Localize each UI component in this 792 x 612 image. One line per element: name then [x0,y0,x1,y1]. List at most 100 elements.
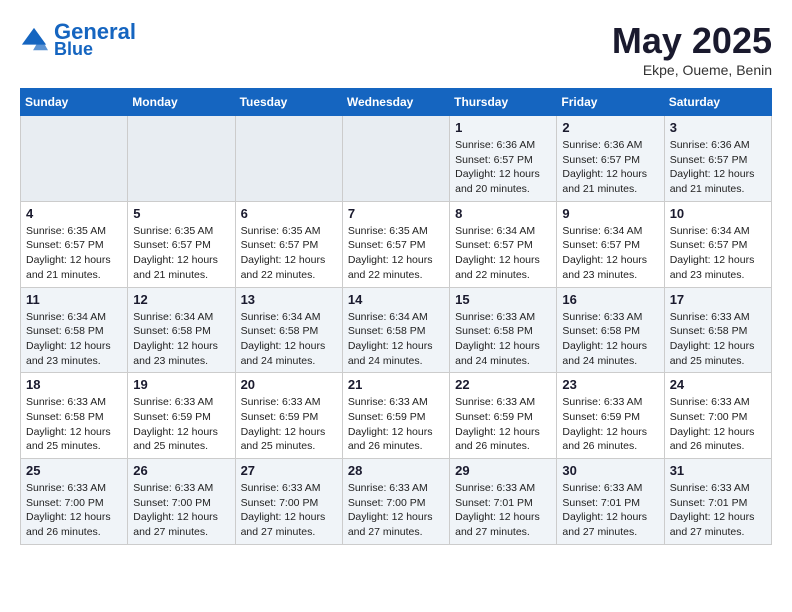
calendar-cell: 25 Sunrise: 6:33 AM Sunset: 7:00 PM Dayli… [21,459,128,545]
calendar-cell: 20 Sunrise: 6:33 AM Sunset: 6:59 PM Dayli… [235,373,342,459]
calendar-cell: 30Sunrise: 6:33 AM Sunset: 7:01 PM Dayli… [557,459,664,545]
day-info: Sunrise: 6:34 AM Sunset: 6:58 PM Dayligh… [348,310,444,369]
day-number: 22 [455,377,551,392]
title-block: May 2025 Ekpe, Oueme, Benin [612,20,772,78]
day-number: 20 [241,377,337,392]
day-of-week-friday: Friday [557,89,664,116]
day-number: 31 [670,463,766,478]
day-info: Sunrise: 6:34 AM Sunset: 6:57 PM Dayligh… [455,224,551,283]
calendar-cell: 9 Sunrise: 6:34 AM Sunset: 6:57 PM Daylig… [557,201,664,287]
calendar-cell: 23Sunrise: 6:33 AM Sunset: 6:59 PM Dayli… [557,373,664,459]
logo-text: General Blue [54,20,136,60]
day-number: 5 [133,206,229,221]
logo-icon [20,26,48,54]
day-info: Sunrise: 6:34 AM Sunset: 6:58 PM Dayligh… [26,310,122,369]
calendar-cell: 17 Sunrise: 6:33 AM Sunset: 6:58 PM Dayli… [664,287,771,373]
calendar-cell: 5 Sunrise: 6:35 AM Sunset: 6:57 PM Daylig… [128,201,235,287]
calendar-table: SundayMondayTuesdayWednesdayThursdayFrid… [20,88,772,545]
day-info: Sunrise: 6:35 AM Sunset: 6:57 PM Dayligh… [133,224,229,283]
calendar-cell: 3 Sunrise: 6:36 AM Sunset: 6:57 PM Daylig… [664,116,771,202]
calendar-cell: 8Sunrise: 6:34 AM Sunset: 6:57 PM Daylig… [450,201,557,287]
day-info: Sunrise: 6:33 AM Sunset: 6:58 PM Dayligh… [455,310,551,369]
day-info: Sunrise: 6:35 AM Sunset: 6:57 PM Dayligh… [348,224,444,283]
page-header: General Blue May 2025 Ekpe, Oueme, Benin [20,20,772,78]
day-number: 29 [455,463,551,478]
day-number: 11 [26,292,122,307]
calendar-cell: 22Sunrise: 6:33 AM Sunset: 6:59 PM Dayli… [450,373,557,459]
day-number: 30 [562,463,658,478]
day-info: Sunrise: 6:33 AM Sunset: 6:58 PM Dayligh… [26,395,122,454]
calendar-cell: 12Sunrise: 6:34 AM Sunset: 6:58 PM Dayli… [128,287,235,373]
calendar-cell: 21 Sunrise: 6:33 AM Sunset: 6:59 PM Dayli… [342,373,449,459]
day-info: Sunrise: 6:33 AM Sunset: 6:58 PM Dayligh… [670,310,766,369]
day-number: 16 [562,292,658,307]
calendar-title: May 2025 [612,20,772,62]
calendar-subtitle: Ekpe, Oueme, Benin [612,62,772,78]
day-info: Sunrise: 6:33 AM Sunset: 7:00 PM Dayligh… [26,481,122,540]
day-number: 28 [348,463,444,478]
day-number: 12 [133,292,229,307]
day-info: Sunrise: 6:33 AM Sunset: 6:59 PM Dayligh… [133,395,229,454]
day-info: Sunrise: 6:34 AM Sunset: 6:57 PM Dayligh… [670,224,766,283]
day-number: 6 [241,206,337,221]
day-number: 21 [348,377,444,392]
day-number: 19 [133,377,229,392]
day-info: Sunrise: 6:33 AM Sunset: 6:59 PM Dayligh… [348,395,444,454]
day-number: 2 [562,120,658,135]
calendar-cell: 4 Sunrise: 6:35 AM Sunset: 6:57 PM Daylig… [21,201,128,287]
day-info: Sunrise: 6:36 AM Sunset: 6:57 PM Dayligh… [670,138,766,197]
day-number: 4 [26,206,122,221]
day-info: Sunrise: 6:33 AM Sunset: 6:58 PM Dayligh… [562,310,658,369]
day-of-week-wednesday: Wednesday [342,89,449,116]
day-info: Sunrise: 6:33 AM Sunset: 7:00 PM Dayligh… [348,481,444,540]
day-number: 3 [670,120,766,135]
day-number: 1 [455,120,551,135]
calendar-cell: 11 Sunrise: 6:34 AM Sunset: 6:58 PM Dayli… [21,287,128,373]
day-number: 24 [670,377,766,392]
calendar-cell: 27 Sunrise: 6:33 AM Sunset: 7:00 PM Dayli… [235,459,342,545]
day-info: Sunrise: 6:36 AM Sunset: 6:57 PM Dayligh… [562,138,658,197]
day-of-week-tuesday: Tuesday [235,89,342,116]
calendar-cell: 10 Sunrise: 6:34 AM Sunset: 6:57 PM Dayli… [664,201,771,287]
calendar-cell: 6 Sunrise: 6:35 AM Sunset: 6:57 PM Daylig… [235,201,342,287]
day-number: 25 [26,463,122,478]
day-info: Sunrise: 6:33 AM Sunset: 7:01 PM Dayligh… [455,481,551,540]
calendar-cell [128,116,235,202]
day-number: 9 [562,206,658,221]
calendar-week-row: 25 Sunrise: 6:33 AM Sunset: 7:00 PM Dayli… [21,459,772,545]
day-of-week-sunday: Sunday [21,89,128,116]
day-number: 26 [133,463,229,478]
day-info: Sunrise: 6:35 AM Sunset: 6:57 PM Dayligh… [26,224,122,283]
day-info: Sunrise: 6:34 AM Sunset: 6:57 PM Dayligh… [562,224,658,283]
day-number: 7 [348,206,444,221]
day-number: 10 [670,206,766,221]
day-info: Sunrise: 6:35 AM Sunset: 6:57 PM Dayligh… [241,224,337,283]
day-number: 23 [562,377,658,392]
calendar-cell: 24 Sunrise: 6:33 AM Sunset: 7:00 PM Dayli… [664,373,771,459]
calendar-cell: 28 Sunrise: 6:33 AM Sunset: 7:00 PM Dayli… [342,459,449,545]
day-info: Sunrise: 6:33 AM Sunset: 7:00 PM Dayligh… [133,481,229,540]
calendar-cell [342,116,449,202]
day-info: Sunrise: 6:33 AM Sunset: 7:01 PM Dayligh… [670,481,766,540]
calendar-cell: 1Sunrise: 6:36 AM Sunset: 6:57 PM Daylig… [450,116,557,202]
calendar-cell: 29 Sunrise: 6:33 AM Sunset: 7:01 PM Dayli… [450,459,557,545]
day-number: 27 [241,463,337,478]
logo: General Blue [20,20,136,60]
day-number: 13 [241,292,337,307]
calendar-cell [21,116,128,202]
day-number: 17 [670,292,766,307]
day-info: Sunrise: 6:33 AM Sunset: 7:00 PM Dayligh… [670,395,766,454]
day-info: Sunrise: 6:33 AM Sunset: 6:59 PM Dayligh… [241,395,337,454]
day-number: 18 [26,377,122,392]
day-number: 14 [348,292,444,307]
calendar-week-row: 4 Sunrise: 6:35 AM Sunset: 6:57 PM Daylig… [21,201,772,287]
calendar-cell: 19 Sunrise: 6:33 AM Sunset: 6:59 PM Dayli… [128,373,235,459]
calendar-week-row: 11 Sunrise: 6:34 AM Sunset: 6:58 PM Dayli… [21,287,772,373]
calendar-week-row: 18 Sunrise: 6:33 AM Sunset: 6:58 PM Dayli… [21,373,772,459]
calendar-cell: 31 Sunrise: 6:33 AM Sunset: 7:01 PM Dayli… [664,459,771,545]
day-info: Sunrise: 6:34 AM Sunset: 6:58 PM Dayligh… [241,310,337,369]
day-of-week-monday: Monday [128,89,235,116]
day-info: Sunrise: 6:33 AM Sunset: 7:00 PM Dayligh… [241,481,337,540]
calendar-cell: 26 Sunrise: 6:33 AM Sunset: 7:00 PM Dayli… [128,459,235,545]
calendar-week-row: 1 Sunrise: 6:36 AM Sunset: 6:57 PM Daylig… [21,116,772,202]
